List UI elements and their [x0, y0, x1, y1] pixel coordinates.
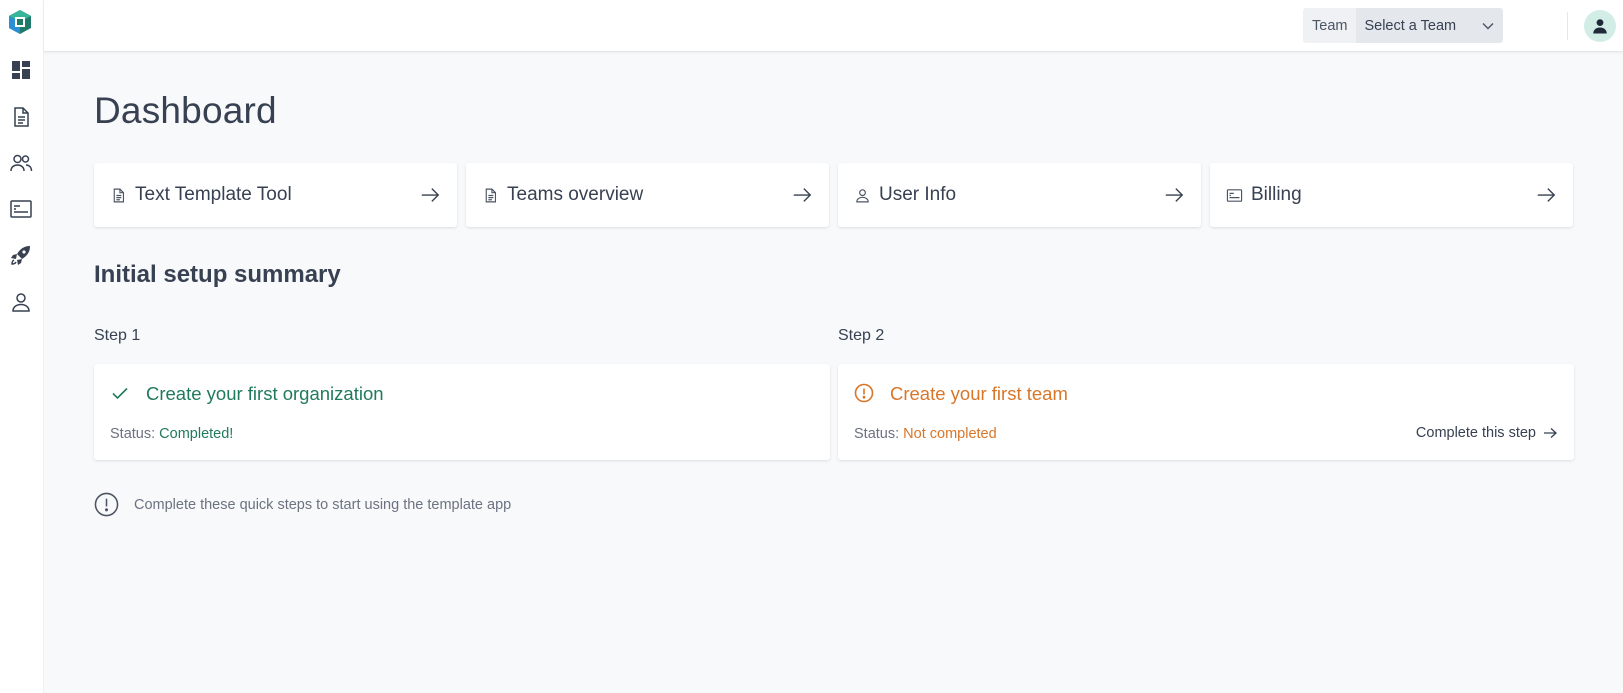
- page-title: Dashboard: [94, 90, 277, 131]
- team-select-value: Select a Team: [1364, 17, 1457, 34]
- check-icon: [110, 383, 130, 403]
- step-1-status: Status: Completed!: [110, 426, 233, 442]
- status-prefix: Status:: [854, 426, 904, 442]
- sidebar-item-launch[interactable]: [8, 242, 34, 268]
- chevron-down-icon: [1482, 22, 1494, 29]
- complete-step-link[interactable]: Complete this step: [1416, 425, 1558, 441]
- status-value: Completed!: [159, 426, 234, 442]
- quick-link-label: Text Template Tool: [135, 184, 292, 205]
- step-1-label: Step 1: [94, 327, 141, 344]
- users-icon: [10, 154, 33, 172]
- arrow-right-icon: [1535, 184, 1557, 206]
- quick-link-billing[interactable]: Billing: [1210, 163, 1573, 227]
- complete-step-label: Complete this step: [1415, 425, 1536, 441]
- sidebar-item-profile[interactable]: [8, 289, 34, 315]
- topbar-divider: [1567, 12, 1568, 40]
- quick-link-label: Billing: [1251, 184, 1302, 205]
- team-label: Team: [1303, 8, 1357, 43]
- arrow-right-icon: [419, 184, 441, 206]
- user-avatar[interactable]: [1584, 10, 1616, 42]
- sidebar-item-dashboard[interactable]: [8, 57, 34, 83]
- user-icon: [12, 293, 30, 312]
- step-2-status: Status: Not completed: [854, 426, 997, 442]
- quick-link-user-info[interactable]: User Info: [838, 163, 1201, 227]
- document-icon: [482, 187, 499, 204]
- quick-link-text-template-tool[interactable]: Text Template Tool: [94, 163, 457, 227]
- user-icon: [854, 187, 871, 204]
- sidebar-item-documents[interactable]: [8, 104, 34, 130]
- logo-icon: [9, 10, 31, 34]
- arrow-right-icon: [1544, 428, 1557, 438]
- document-icon: [14, 107, 29, 127]
- status-prefix: Status:: [110, 426, 160, 442]
- arrow-right-icon: [1163, 184, 1185, 206]
- step-2-label: Step 2: [838, 327, 885, 344]
- billing-icon: [1226, 187, 1243, 204]
- status-value: Not completed: [903, 426, 997, 442]
- dashboard-icon: [12, 61, 30, 79]
- setup-summary-title: Initial setup summary: [94, 261, 341, 288]
- info-circle-icon: [94, 492, 119, 517]
- billing-icon: [10, 200, 32, 218]
- step-1-card: Create your first organization Status: C…: [94, 364, 830, 460]
- sidebar: [0, 0, 44, 693]
- app-logo[interactable]: [7, 9, 33, 35]
- setup-hint-text: Complete these quick steps to start usin…: [134, 496, 512, 513]
- team-selector: Team Select a Team: [1303, 8, 1504, 43]
- document-icon: [110, 187, 127, 204]
- quick-link-label: User Info: [879, 184, 957, 205]
- arrow-right-icon: [791, 184, 813, 206]
- rocket-icon: [11, 246, 30, 265]
- sidebar-item-billing[interactable]: [8, 196, 34, 222]
- quick-link-label: Teams overview: [507, 184, 644, 205]
- setup-hint: Complete these quick steps to start usin…: [94, 492, 511, 517]
- warning-circle-icon: [854, 383, 874, 403]
- avatar-icon: [1593, 19, 1607, 34]
- quick-link-teams-overview[interactable]: Teams overview: [466, 163, 829, 227]
- sidebar-item-teams[interactable]: [8, 150, 34, 176]
- step-2-title: Create your first team: [890, 383, 1068, 404]
- team-select[interactable]: Select a Team: [1356, 8, 1504, 43]
- step-2-card: Create your first team Status: Not compl…: [838, 364, 1574, 460]
- step-1-title: Create your first organization: [146, 383, 384, 404]
